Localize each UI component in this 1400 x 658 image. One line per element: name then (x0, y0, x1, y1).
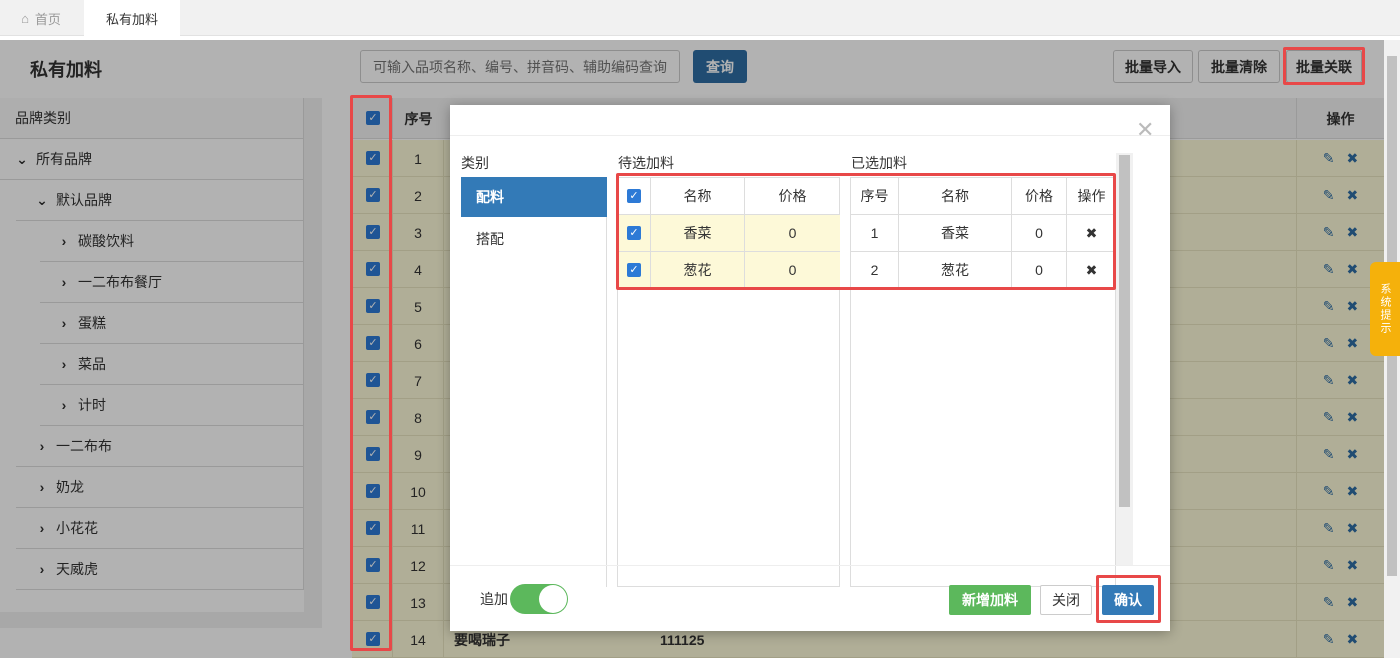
close-button[interactable]: 关闭 (1040, 585, 1092, 615)
category-item-ingredients[interactable]: 配料 (461, 177, 607, 217)
tab-home-label: 首页 (34, 11, 61, 27)
append-label: 追加 (480, 591, 508, 607)
category-label: 类别 (461, 155, 489, 171)
modal-scrollbar[interactable] (1116, 153, 1133, 565)
highlight-confirm (1096, 575, 1161, 623)
selected-label: 已选加料 (851, 155, 907, 171)
close-icon[interactable]: ✕ (1136, 117, 1154, 143)
tab-bar: ⌂ 首页 私有加料 (0, 0, 1400, 36)
add-topping-button[interactable]: 新增加料 (949, 585, 1031, 615)
highlight-batch-link (1283, 47, 1365, 85)
pending-label: 待选加料 (618, 155, 674, 171)
tab-private-toppings[interactable]: 私有加料 (84, 0, 180, 36)
highlight-topping-tables (616, 173, 1116, 290)
topping-modal: ✕ 类别 配料 搭配 待选加料 已选加料 ✓ 名称 价格 ✓ 香菜 0 ✓ 葱花… (450, 105, 1170, 631)
home-icon: ⌂ (21, 10, 29, 26)
tab-home[interactable]: ⌂ 首页 (0, 0, 82, 36)
highlight-checkbox-column (350, 95, 392, 651)
tab-active-label: 私有加料 (105, 11, 158, 27)
category-item-combos[interactable]: 搭配 (461, 219, 607, 259)
append-toggle[interactable] (510, 584, 568, 614)
system-tip-tab[interactable]: 系统提示 (1370, 262, 1400, 356)
